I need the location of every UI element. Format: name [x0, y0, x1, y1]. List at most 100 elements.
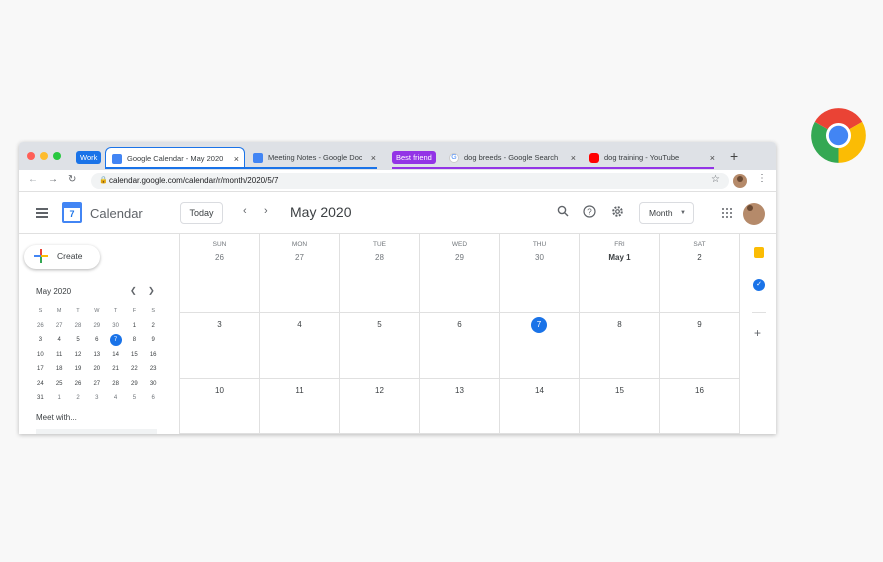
mini-prev-chevron-icon[interactable]: ❮: [130, 286, 137, 295]
day-number[interactable]: 27: [260, 253, 339, 262]
account-avatar[interactable]: [743, 203, 765, 225]
tab-dog-training[interactable]: dog training - YouTube ×: [583, 147, 720, 169]
view-selector[interactable]: Month ▼: [639, 202, 694, 224]
mini-day[interactable]: 5: [125, 391, 144, 406]
mini-day[interactable]: 29: [125, 377, 144, 392]
mini-day[interactable]: 1: [125, 319, 144, 334]
day-cell[interactable]: TUE 28: [340, 234, 420, 313]
mini-next-chevron-icon[interactable]: ❯: [148, 286, 155, 295]
mini-day[interactable]: 13: [87, 348, 106, 363]
mini-day[interactable]: 19: [69, 362, 88, 377]
keep-icon[interactable]: [754, 247, 764, 258]
mini-day[interactable]: 17: [31, 362, 50, 377]
day-number[interactable]: 26: [180, 253, 259, 262]
mini-day[interactable]: 29: [87, 319, 106, 334]
day-number[interactable]: 29: [420, 253, 499, 262]
google-apps-icon[interactable]: [722, 208, 732, 218]
mini-day[interactable]: 22: [125, 362, 144, 377]
mini-day[interactable]: 4: [106, 391, 125, 406]
day-cell[interactable]: 15: [580, 379, 660, 434]
close-tab-icon[interactable]: ×: [234, 148, 239, 169]
mini-day[interactable]: 26: [69, 377, 88, 392]
mini-day[interactable]: 5: [69, 333, 88, 348]
day-number[interactable]: 16: [660, 386, 739, 395]
day-number[interactable]: 13: [420, 386, 499, 395]
mini-day[interactable]: 2: [69, 391, 88, 406]
mini-day[interactable]: 23: [144, 362, 163, 377]
day-cell[interactable]: 10: [180, 379, 260, 434]
day-cell[interactable]: 11: [260, 379, 340, 434]
day-cell[interactable]: SUN 26: [180, 234, 260, 313]
mini-day[interactable]: 6: [144, 391, 163, 406]
mini-day[interactable]: 2: [144, 319, 163, 334]
day-cell[interactable]: 4: [260, 313, 340, 379]
day-number[interactable]: 4: [260, 320, 339, 329]
day-cell[interactable]: 3: [180, 313, 260, 379]
mini-day[interactable]: 25: [50, 377, 69, 392]
tab-group-best-friend[interactable]: Best friend: [392, 151, 436, 164]
tasks-icon[interactable]: ✓: [753, 279, 765, 291]
close-window-button[interactable]: [27, 152, 35, 160]
day-number[interactable]: 9: [660, 320, 739, 329]
day-cell[interactable]: 14: [500, 379, 580, 434]
mini-day[interactable]: 6: [87, 333, 106, 348]
mini-day[interactable]: 9: [144, 333, 163, 348]
next-month-chevron-icon[interactable]: ›: [264, 205, 268, 217]
day-cell[interactable]: SAT 2: [660, 234, 740, 313]
mini-day[interactable]: 31: [31, 391, 50, 406]
minimize-window-button[interactable]: [40, 152, 48, 160]
mini-day[interactable]: 30: [144, 377, 163, 392]
tab-google-calendar[interactable]: Google Calendar - May 2020 ×: [105, 147, 245, 169]
address-bar[interactable]: 🔒 calendar.google.com/calendar/r/month/2…: [91, 173, 729, 189]
mini-day[interactable]: 14: [106, 348, 125, 363]
mini-day[interactable]: 3: [31, 333, 50, 348]
tab-meeting-notes[interactable]: Meeting Notes - Google Docs ×: [247, 147, 381, 169]
today-button[interactable]: Today: [180, 202, 223, 224]
mini-day[interactable]: 28: [106, 377, 125, 392]
day-number[interactable]: 11: [260, 386, 339, 395]
close-tab-icon[interactable]: ×: [710, 147, 715, 169]
mini-day[interactable]: 1: [50, 391, 69, 406]
day-number[interactable]: 14: [500, 386, 579, 395]
browser-menu-icon[interactable]: ⋮: [757, 173, 767, 184]
forward-arrow-icon[interactable]: →: [48, 174, 58, 185]
help-icon[interactable]: ?: [583, 205, 596, 221]
search-people-input[interactable]: [36, 429, 157, 434]
day-cell[interactable]: 13: [420, 379, 500, 434]
day-number[interactable]: 5: [340, 320, 419, 329]
day-number[interactable]: 8: [580, 320, 659, 329]
mini-day[interactable]: 3: [87, 391, 106, 406]
mini-day[interactable]: 16: [144, 348, 163, 363]
mini-day[interactable]: 24: [31, 377, 50, 392]
maximize-window-button[interactable]: [53, 152, 61, 160]
add-addon-plus-icon[interactable]: +: [754, 326, 761, 340]
mini-day[interactable]: 28: [69, 319, 88, 334]
back-arrow-icon[interactable]: ←: [28, 174, 38, 185]
previous-month-chevron-icon[interactable]: ‹: [243, 205, 247, 217]
mini-day[interactable]: 30: [106, 319, 125, 334]
main-menu-icon[interactable]: [36, 208, 48, 218]
day-cell[interactable]: MON 27: [260, 234, 340, 313]
day-cell[interactable]: FRI May 1: [580, 234, 660, 313]
day-cell[interactable]: 16: [660, 379, 740, 434]
day-number[interactable]: 12: [340, 386, 419, 395]
search-icon[interactable]: [557, 205, 569, 220]
mini-day[interactable]: 21: [106, 362, 125, 377]
mini-day[interactable]: 27: [50, 319, 69, 334]
day-number[interactable]: 6: [420, 320, 499, 329]
day-cell[interactable]: THU 30: [500, 234, 580, 313]
browser-profile-avatar[interactable]: [733, 174, 747, 188]
day-cell[interactable]: 9: [660, 313, 740, 379]
settings-gear-icon[interactable]: [611, 205, 624, 221]
day-cell[interactable]: WED 29: [420, 234, 500, 313]
close-tab-icon[interactable]: ×: [571, 147, 576, 169]
day-number[interactable]: 28: [340, 253, 419, 262]
bookmark-star-icon[interactable]: ☆: [711, 174, 720, 185]
day-cell[interactable]: 12: [340, 379, 420, 434]
mini-day[interactable]: 26: [31, 319, 50, 334]
tab-group-work[interactable]: Work: [76, 151, 102, 164]
mini-day[interactable]: 8: [125, 333, 144, 348]
day-number[interactable]: 15: [580, 386, 659, 395]
day-cell[interactable]: 7: [500, 313, 580, 379]
close-tab-icon[interactable]: ×: [371, 147, 376, 169]
